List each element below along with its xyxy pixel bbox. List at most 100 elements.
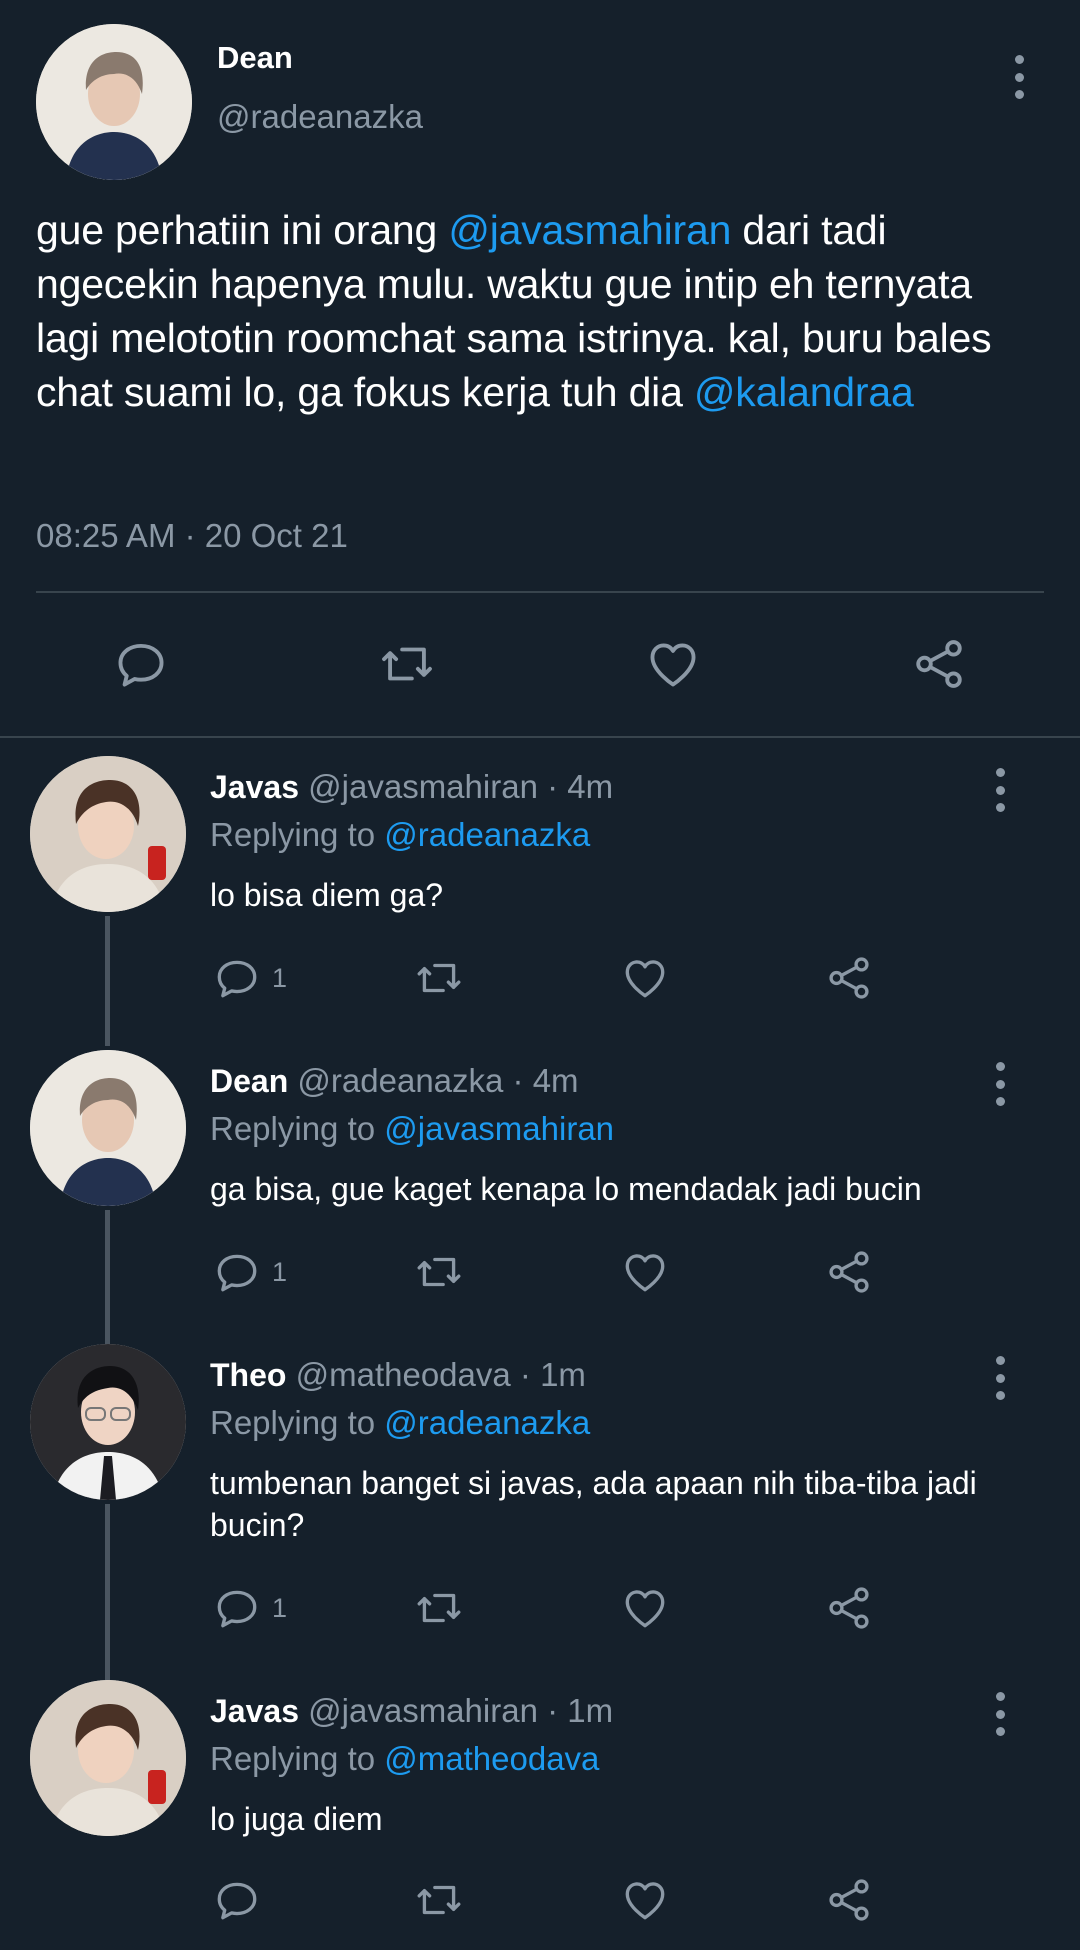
mention-link[interactable]: @kalandraa: [694, 369, 914, 415]
like-button[interactable]: [620, 1246, 670, 1298]
reply-action-bar: 1: [0, 952, 1080, 1004]
mention-link[interactable]: @radeanazka: [384, 1404, 590, 1441]
avatar[interactable]: [30, 1680, 186, 1836]
like-icon: [625, 1254, 665, 1292]
reply-meta: @radeanazka · 4m: [297, 1062, 579, 1099]
reply-icon: [118, 643, 164, 687]
reply-count: 1: [272, 1592, 288, 1623]
more-icon[interactable]: [992, 1356, 1008, 1400]
reply-text: ga bisa, gue kaget kenapa lo mendadak ja…: [210, 1171, 922, 1207]
reply-button[interactable]: 1: [212, 1582, 287, 1634]
like-button[interactable]: [620, 1874, 670, 1926]
tweet-text-part: gue perhatiin ini orang: [36, 207, 449, 253]
more-icon[interactable]: [992, 768, 1008, 812]
like-icon: [625, 1882, 665, 1920]
reply-header: Javas @javasmahiran · 1m: [210, 1692, 613, 1730]
share-icon: [829, 1879, 869, 1921]
reply-button[interactable]: 1: [212, 952, 287, 1004]
replying-to: Replying to @matheodava: [210, 1740, 599, 1778]
reply-text: lo bisa diem ga?: [210, 877, 444, 913]
reply-count: 1: [272, 962, 288, 993]
reply-text: lo juga diem: [210, 1801, 383, 1837]
like-button[interactable]: [620, 1582, 670, 1634]
reply-header: Dean @radeanazka · 4m: [210, 1062, 579, 1100]
reply-action-bar: 1: [0, 1582, 1080, 1634]
reply-button[interactable]: 1: [212, 1246, 287, 1298]
share-button[interactable]: [824, 1582, 874, 1634]
reply-action-bar: [0, 1874, 1080, 1926]
reply-tweet[interactable]: Javas @javasmahiran · 4m Replying to @ra…: [0, 756, 1080, 1046]
mention-link[interactable]: @javasmahiran: [448, 207, 731, 253]
divider: [0, 736, 1080, 738]
reply-button[interactable]: [112, 635, 170, 693]
retweet-button[interactable]: [414, 1582, 464, 1634]
like-icon: [625, 1590, 665, 1628]
retweet-button[interactable]: [414, 952, 464, 1004]
reply-count: 1: [272, 1256, 288, 1287]
reply-header: Javas @javasmahiran · 4m: [210, 768, 613, 806]
reply-button[interactable]: [212, 1874, 272, 1926]
reply-icon: [217, 960, 257, 998]
reply-meta: @javasmahiran · 1m: [308, 1692, 614, 1729]
reply-tweet[interactable]: Javas @javasmahiran · 1m Replying to @ma…: [0, 1680, 1080, 1950]
more-icon[interactable]: [992, 1692, 1008, 1736]
reply-action-bar: 1: [0, 1246, 1080, 1298]
reply-header: Theo @matheodava · 1m: [210, 1356, 586, 1394]
mention-link[interactable]: @javasmahiran: [384, 1110, 614, 1147]
retweet-icon: [417, 1593, 461, 1623]
replying-to: Replying to @radeanazka: [210, 816, 590, 854]
tweet-timestamp[interactable]: 08:25 AM · 20 Oct 21: [36, 517, 348, 555]
replying-label: Replying to: [210, 1404, 385, 1441]
retweet-icon: [417, 963, 461, 993]
tweet-text: gue perhatiin ini orang @javasmahiran da…: [36, 203, 1046, 419]
share-icon: [829, 1251, 869, 1293]
mention-link[interactable]: @radeanazka: [384, 816, 590, 853]
share-icon: [829, 1587, 869, 1629]
retweet-button[interactable]: [378, 635, 436, 693]
reply-author-name[interactable]: Dean: [210, 1063, 288, 1099]
tweet-thread-page: Dean @radeanazka gue perhatiin ini orang…: [0, 0, 1080, 1950]
replying-to: Replying to @javasmahiran: [210, 1110, 614, 1148]
reply-author-name[interactable]: Javas: [210, 769, 299, 805]
share-icon: [829, 957, 869, 999]
retweet-button[interactable]: [414, 1246, 464, 1298]
mention-link[interactable]: @matheodava: [384, 1740, 599, 1777]
reply-icon: [217, 1590, 257, 1628]
main-action-bar: [0, 635, 1080, 695]
share-button[interactable]: [824, 952, 874, 1004]
main-tweet: Dean @radeanazka gue perhatiin ini orang…: [0, 0, 1080, 738]
avatar[interactable]: [36, 24, 192, 180]
like-icon: [625, 960, 665, 998]
avatar[interactable]: [30, 1050, 186, 1206]
divider: [36, 591, 1044, 593]
avatar[interactable]: [30, 1344, 186, 1500]
reply-icon: [217, 1254, 257, 1292]
retweet-icon: [382, 647, 432, 681]
replying-label: Replying to: [210, 816, 385, 853]
author-name[interactable]: Dean: [217, 40, 293, 76]
retweet-button[interactable]: [414, 1874, 464, 1926]
like-button[interactable]: [644, 635, 702, 693]
replying-to: Replying to @radeanazka: [210, 1404, 590, 1442]
reply-author-name[interactable]: Theo: [210, 1357, 286, 1393]
like-button[interactable]: [620, 952, 670, 1004]
retweet-icon: [417, 1885, 461, 1915]
reply-author-name[interactable]: Javas: [210, 1693, 299, 1729]
reply-meta: @javasmahiran · 4m: [308, 768, 614, 805]
replying-label: Replying to: [210, 1110, 385, 1147]
reply-text: tumbenan banget si javas, ada apaan nih …: [210, 1465, 977, 1543]
share-button[interactable]: [824, 1246, 874, 1298]
reply-icon: [217, 1882, 257, 1920]
reply-tweet[interactable]: Dean @radeanazka · 4m Replying to @javas…: [0, 1050, 1080, 1344]
replying-label: Replying to: [210, 1740, 385, 1777]
more-icon[interactable]: [992, 1062, 1008, 1106]
reply-meta: @matheodava · 1m: [295, 1356, 586, 1393]
like-icon: [650, 643, 696, 687]
more-icon[interactable]: [1011, 55, 1027, 99]
share-button[interactable]: [910, 635, 968, 693]
retweet-icon: [417, 1257, 461, 1287]
reply-tweet[interactable]: Theo @matheodava · 1m Replying to @radea…: [0, 1344, 1080, 1680]
author-handle[interactable]: @radeanazka: [217, 98, 423, 136]
share-button[interactable]: [824, 1874, 874, 1926]
avatar[interactable]: [30, 756, 186, 912]
